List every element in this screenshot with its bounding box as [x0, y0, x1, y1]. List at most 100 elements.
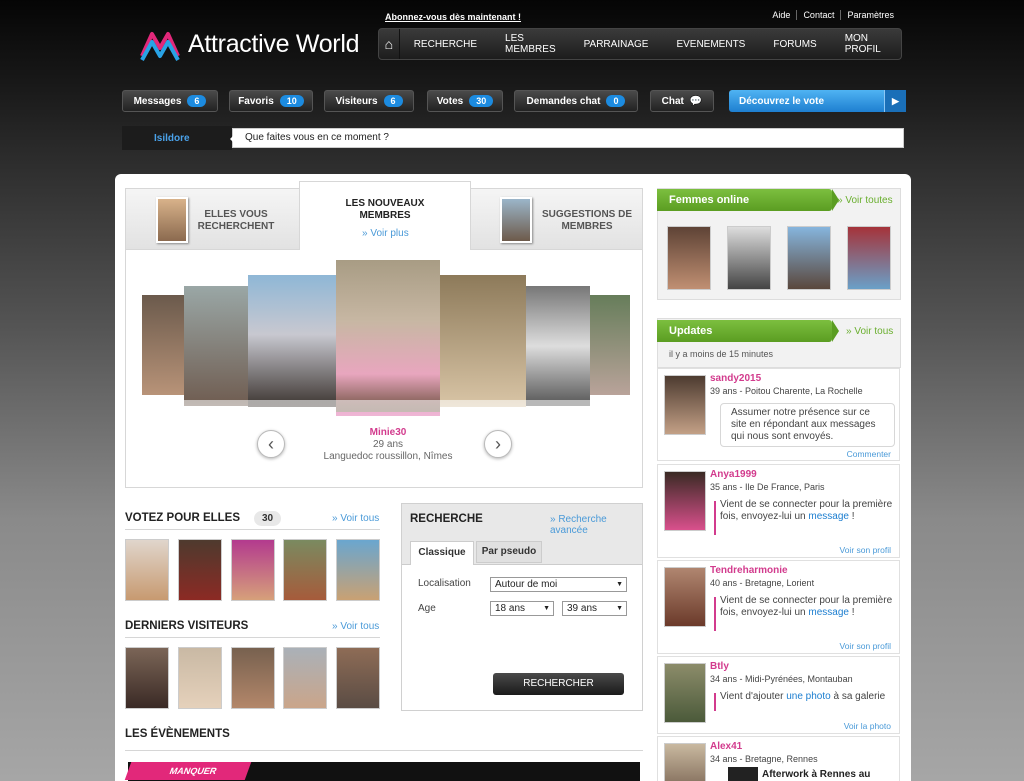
visiteurs-voir-tous[interactable]: » Voir tous	[332, 621, 379, 632]
discover-vote-button[interactable]: Découvrez le vote ▶	[729, 90, 906, 112]
visitor-photo[interactable]	[231, 647, 275, 709]
update-name[interactable]: sandy2015	[710, 373, 761, 384]
vote-photo[interactable]	[231, 539, 275, 601]
tab-classique[interactable]: Classique	[410, 541, 474, 565]
age-max-select[interactable]: 39 ans	[562, 601, 627, 616]
logo[interactable]: Attractive World	[138, 24, 359, 64]
votez-count: 30	[254, 511, 282, 526]
status-username[interactable]: Isildore	[122, 126, 232, 150]
top-links: Aide Contact Paramètres	[760, 10, 900, 20]
online-photo[interactable]	[847, 226, 891, 290]
update-link[interactable]: Commenter	[847, 449, 891, 459]
advanced-search-link[interactable]: » Recherche avancée	[550, 514, 642, 536]
message-link[interactable]: message	[808, 511, 849, 522]
avatar[interactable]	[664, 567, 706, 627]
update-message: Vient de se connecter pour la première f…	[720, 499, 895, 523]
carousel-photo[interactable]	[590, 295, 630, 395]
chat-button[interactable]: Chat 💬	[650, 90, 714, 112]
visitor-photo[interactable]	[336, 647, 380, 709]
visiteurs-title: DERNIERS VISITEURS	[125, 620, 249, 632]
avatar[interactable]	[664, 471, 706, 531]
update-name[interactable]: Anya1999	[710, 469, 757, 480]
update-name[interactable]: Btly	[710, 661, 729, 672]
avatar[interactable]	[664, 743, 706, 781]
home-icon[interactable]: ⌂	[379, 29, 400, 59]
chat-requests-button[interactable]: Demandes chat 0	[514, 90, 638, 112]
vote-photo[interactable]	[178, 539, 222, 601]
tab-nouveaux-membres[interactable]: LES NOUVEAUX MEMBRES » Voir plus	[299, 181, 471, 251]
chevron-left-icon[interactable]: ‹	[257, 430, 285, 458]
visitor-photo[interactable]	[125, 647, 169, 709]
tab-elles-vous-recherchent[interactable]: ELLES VOUS RECHERCHENT	[126, 189, 298, 251]
update-meta: 34 ans - Midi-Pyrénées, Montauban	[710, 674, 853, 684]
vote-photo[interactable]	[125, 539, 169, 601]
messages-label: Messages	[133, 95, 182, 107]
nav-membres[interactable]: LES MEMBRES	[491, 29, 570, 59]
nav-parrainage[interactable]: PARRAINAGE	[570, 29, 663, 59]
messages-count: 6	[187, 95, 207, 107]
nav-forums[interactable]: FORUMS	[759, 29, 830, 59]
update-name[interactable]: Tendreharmonie	[710, 565, 788, 576]
favoris-button[interactable]: Favoris 10	[229, 90, 313, 112]
tab-suggestions[interactable]: SUGGESTIONS DE MEMBRES	[472, 189, 644, 251]
update-message: Vient de se connecter pour la première f…	[720, 595, 895, 619]
avatar[interactable]	[664, 663, 706, 723]
tab-par-pseudo[interactable]: Par pseudo	[476, 541, 542, 563]
featured-name[interactable]: Minie30	[336, 427, 440, 438]
contact-link[interactable]: Contact	[796, 10, 840, 20]
carousel-photo[interactable]	[142, 295, 184, 395]
arrow-right-icon: ▶	[884, 90, 906, 112]
votes-button[interactable]: Votes 30	[427, 90, 503, 112]
visitor-photo[interactable]	[178, 647, 222, 709]
divider	[125, 637, 380, 638]
photo-link[interactable]: une photo	[786, 691, 831, 702]
age-label: Age	[418, 603, 436, 614]
events-title: LES ÉVÈNEMENTS	[125, 728, 230, 740]
online-photo[interactable]	[667, 226, 711, 290]
update-link[interactable]: Voir son profil	[840, 545, 892, 555]
event-banner[interactable]: MANQUER	[124, 762, 640, 781]
nav-recherche[interactable]: RECHERCHE	[400, 29, 491, 59]
votes-count: 30	[469, 95, 494, 107]
message-link[interactable]: message	[808, 607, 849, 618]
chevron-right-icon[interactable]: ›	[484, 430, 512, 458]
help-link[interactable]: Aide	[766, 10, 796, 20]
main-nav: ⌂ RECHERCHE LES MEMBRES PARRAINAGE EVENE…	[378, 28, 902, 60]
search-submit-button[interactable]: RECHERCHER	[493, 673, 624, 695]
divider	[125, 750, 643, 751]
nav-evenements[interactable]: EVENEMENTS	[662, 29, 759, 59]
featured-location: Languedoc roussillon, Nîmes	[323, 451, 453, 462]
messages-button[interactable]: Messages 6	[122, 90, 218, 112]
update-link[interactable]: Voir la photo	[844, 721, 891, 731]
updates-voir-tous[interactable]: » Voir tous	[846, 326, 893, 337]
online-voir-toutes[interactable]: » Voir toutes	[837, 195, 893, 206]
update-item: Tendreharmonie 40 ans - Bretagne, Lorien…	[657, 560, 900, 654]
status-input[interactable]: Que faites vous en ce moment ?	[230, 128, 904, 148]
voir-plus-link[interactable]: » Voir plus	[362, 228, 409, 239]
online-photo[interactable]	[787, 226, 831, 290]
settings-link[interactable]: Paramètres	[840, 10, 900, 20]
carousel-photo-featured[interactable]	[336, 260, 440, 412]
online-photo[interactable]	[727, 226, 771, 290]
nav-mon-profil[interactable]: MON PROFIL	[831, 29, 901, 59]
visiteurs-button[interactable]: Visiteurs 6	[324, 90, 414, 112]
carousel-photo[interactable]	[248, 275, 336, 407]
event-ribbon: MANQUER	[124, 762, 252, 780]
subscribe-link[interactable]: Abonnez-vous dès maintenant !	[385, 12, 521, 22]
update-name[interactable]: Alex41	[710, 741, 742, 752]
carousel-photo[interactable]	[526, 286, 590, 406]
localisation-select[interactable]: Autour de moi	[490, 577, 627, 592]
vote-photo[interactable]	[336, 539, 380, 601]
age-min-select[interactable]: 18 ans	[490, 601, 554, 616]
carousel-photo[interactable]	[440, 275, 526, 407]
update-link[interactable]: Voir son profil	[840, 641, 892, 651]
avatar[interactable]	[664, 375, 706, 435]
vote-photo[interactable]	[283, 539, 327, 601]
featured-age: 29 ans	[372, 439, 404, 450]
tab-thumb	[156, 197, 188, 243]
visitor-photo[interactable]	[283, 647, 327, 709]
carousel-photo[interactable]	[184, 286, 248, 406]
member-tabs: ELLES VOUS RECHERCHENT LES NOUVEAUX MEMB…	[125, 181, 644, 251]
votez-voir-tous[interactable]: » Voir tous	[332, 513, 379, 524]
update-message-end: à sa galerie	[830, 691, 886, 702]
